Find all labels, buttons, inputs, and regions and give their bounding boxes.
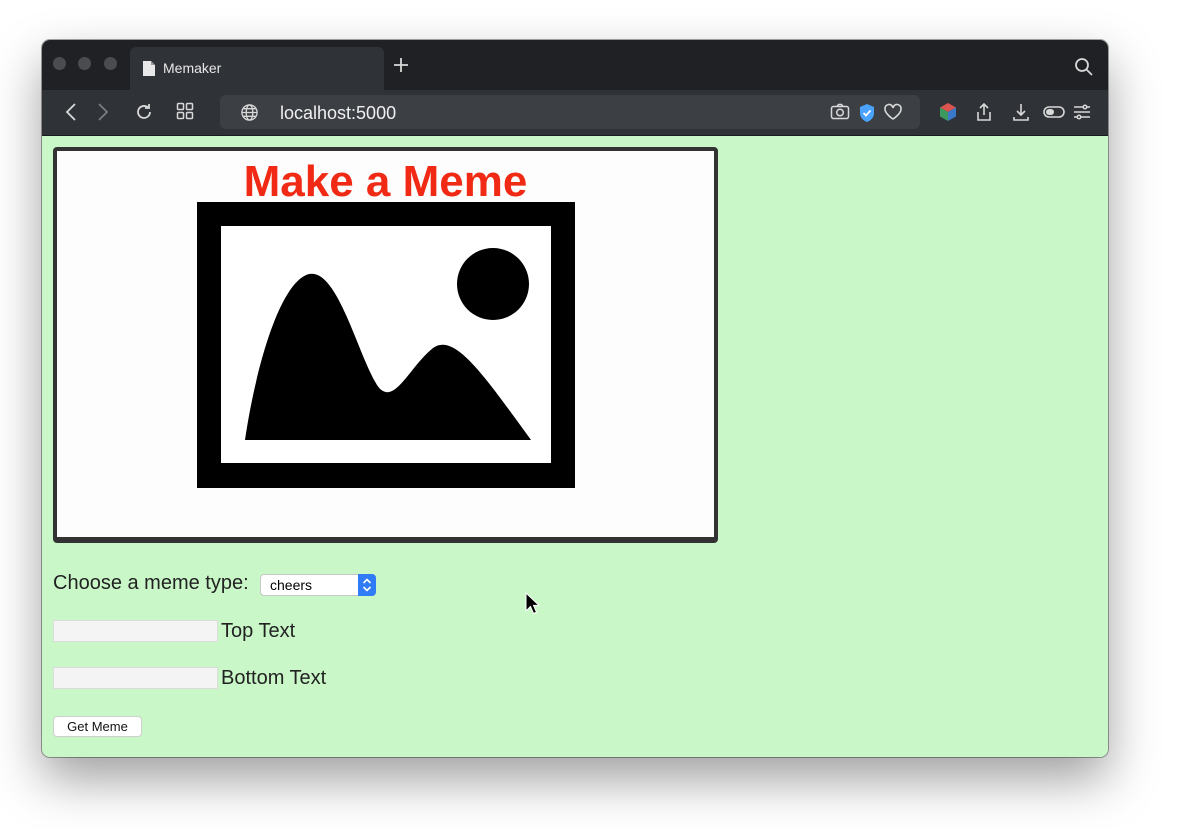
- cursor-icon: [525, 591, 541, 621]
- toolbar: localhost:5000: [42, 90, 1108, 136]
- bottom-text-input[interactable]: [53, 667, 218, 689]
- tab-memaker[interactable]: Memaker: [130, 47, 384, 90]
- tab-bar: Memaker: [42, 40, 1108, 90]
- cube-icon[interactable]: [938, 102, 958, 127]
- url-text: localhost:5000: [280, 103, 397, 123]
- chevron-updown-icon: [358, 574, 376, 596]
- window-zoom-control[interactable]: [104, 57, 117, 70]
- meme-type-selected: cheers: [270, 577, 313, 593]
- image-placeholder-icon: [197, 202, 575, 493]
- page-icon: [142, 60, 156, 82]
- plus-icon[interactable]: [392, 56, 410, 79]
- back-icon[interactable]: [64, 102, 78, 127]
- window-close-control[interactable]: [53, 57, 66, 70]
- meme-type-select[interactable]: cheers: [260, 574, 376, 596]
- meme-type-label: Choose a meme type:: [53, 572, 249, 594]
- download-icon[interactable]: [1011, 102, 1031, 127]
- menu-icon[interactable]: [1073, 102, 1091, 127]
- search-icon[interactable]: [1074, 57, 1094, 82]
- tab-title: Memaker: [163, 60, 222, 76]
- browser-window: Memaker localhost:5000 Make a Meme Choos…: [42, 40, 1108, 757]
- forward-icon[interactable]: [96, 102, 110, 127]
- get-meme-button[interactable]: Get Meme: [53, 716, 142, 737]
- tab-grid-icon[interactable]: [176, 102, 194, 125]
- address-bar[interactable]: localhost:5000: [220, 95, 920, 129]
- share-icon[interactable]: [974, 102, 994, 127]
- toggle-icon[interactable]: [1043, 102, 1065, 127]
- globe-icon: [240, 103, 259, 127]
- heart-icon[interactable]: [883, 103, 903, 126]
- meme-preview: Make a Meme: [53, 147, 718, 543]
- page-content: Make a Meme Choose a meme type: cheers T…: [42, 136, 1108, 757]
- bottom-text-label: Bottom Text: [221, 667, 327, 689]
- reload-icon[interactable]: [134, 102, 154, 127]
- camera-icon[interactable]: [830, 103, 850, 126]
- top-text-label: Top Text: [221, 620, 296, 642]
- top-text-input[interactable]: [53, 620, 218, 642]
- shield-icon[interactable]: [858, 103, 876, 128]
- meme-title: Make a Meme: [243, 157, 528, 206]
- window-minimize-control[interactable]: [78, 57, 91, 70]
